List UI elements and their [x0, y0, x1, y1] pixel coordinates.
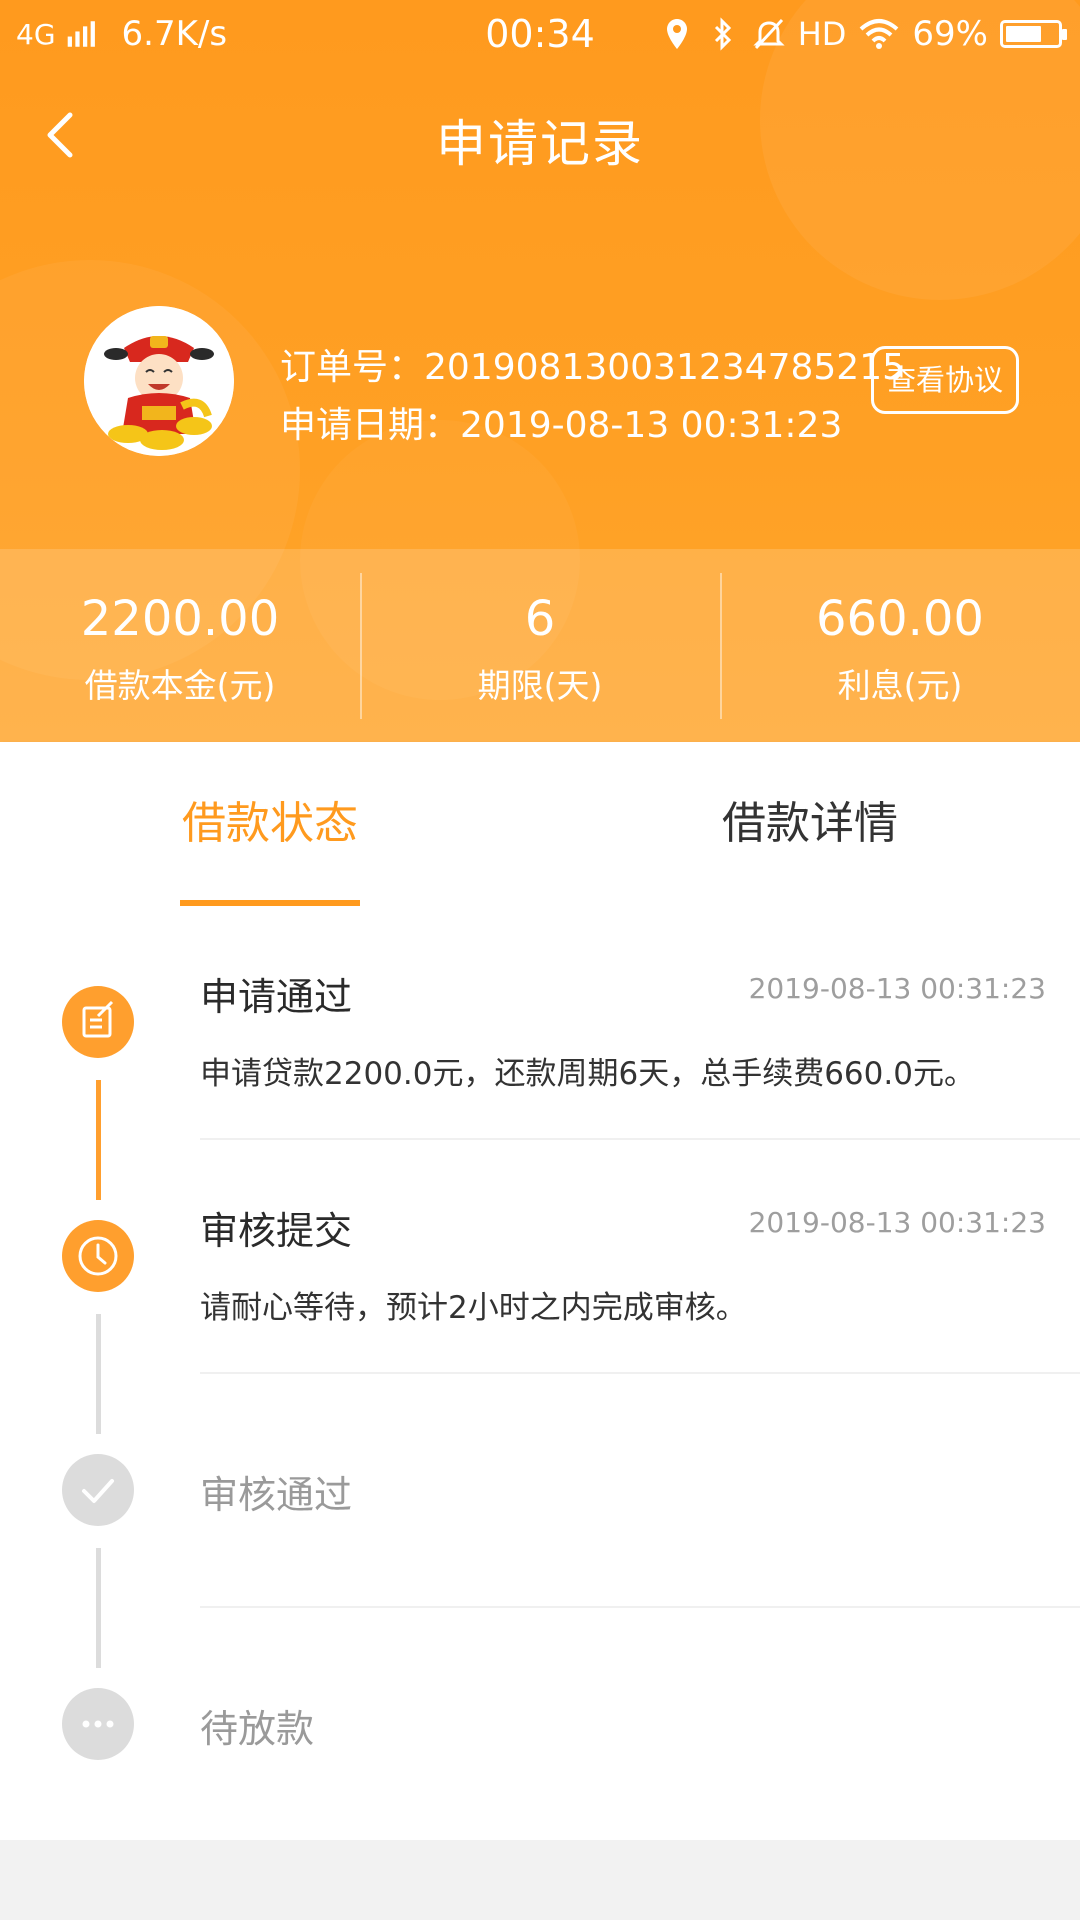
order-number-value: 20190813003123478521​5 — [424, 347, 906, 388]
apply-date-label: 申请日期： — [280, 405, 461, 446]
wifi-icon — [860, 19, 899, 49]
step-title: 申请通过 — [200, 975, 353, 1019]
stat-value: 6 — [524, 591, 556, 647]
stat-label: 利息(元) — [837, 666, 963, 705]
step-title: 审核通过 — [200, 1473, 353, 1517]
stat-term: 6 期限(天) — [360, 549, 720, 742]
order-number-label: 订单号： — [280, 347, 425, 388]
battery-percent: 69% — [912, 14, 988, 54]
timeline-step-approved: 申请通过 2019-08-13 00:31:23 申请贷款2200.0元，还款周… — [0, 906, 1080, 1200]
step-title: 待放款 — [200, 1707, 315, 1751]
clock-icon — [62, 1220, 134, 1292]
status-timeline: 申请通过 2019-08-13 00:31:23 申请贷款2200.0元，还款周… — [0, 906, 1080, 1840]
tab-bar: 借款状态 借款详情 — [0, 742, 1080, 906]
battery-level — [1006, 26, 1041, 42]
mute-bell-icon — [753, 18, 785, 50]
stat-value: 2200.00 — [80, 591, 280, 647]
edit-icon — [62, 986, 134, 1058]
bluetooth-icon — [714, 17, 731, 51]
avatar — [84, 306, 234, 456]
location-icon — [666, 19, 687, 49]
timeline-step-awaiting-disbursement: 待放款 — [0, 1608, 1080, 1842]
loan-summary: 2200.00 借款本金(元) 6 期限(天) 660.00 利息(元) — [0, 549, 1080, 742]
step-description: 请耐心等待，预计2小时之内完成审核。 — [200, 1290, 747, 1326]
stat-label: 借款本金(元) — [84, 666, 276, 705]
view-agreement-button[interactable]: 查看协议 — [871, 346, 1019, 414]
timeline-step-review-passed: 审核通过 — [0, 1374, 1080, 1668]
battery-icon — [1000, 20, 1067, 48]
apply-date-value: 2019-08-13 00:31:23 — [460, 405, 843, 446]
step-description: 申请贷款2200.0元，还款周期6天，总手续费660.0元。 — [200, 1056, 975, 1092]
more-icon — [62, 1688, 134, 1760]
status-bar: 4G 6.7K/s 00:34 HD 69% — [0, 0, 1080, 70]
stat-value: 660.00 — [816, 591, 984, 647]
tab-loan-details[interactable]: 借款详情 — [540, 742, 1080, 906]
timeline-step-submitted: 审核提交 2019-08-13 00:31:23 请耐心等待，预计2小时之内完成… — [0, 1140, 1080, 1434]
tab-loan-status[interactable]: 借款状态 — [0, 742, 540, 906]
god-of-wealth-avatar-icon — [84, 306, 234, 456]
stat-interest: 660.00 利息(元) — [720, 549, 1080, 742]
stat-principal: 2200.00 借款本金(元) — [0, 549, 360, 742]
hd-indicator: HD — [797, 15, 847, 53]
page-title: 申请记录 — [436, 115, 644, 173]
step-time: 2019-08-13 00:31:23 — [748, 972, 1046, 1005]
header: 4G 6.7K/s 00:34 HD 69% 申请记录 订单号：20190813… — [0, 0, 1080, 742]
apply-date: 申请日期：2019-08-13 00:31:23 — [280, 396, 842, 448]
bottom-spacer — [0, 1840, 1080, 1920]
order-number: 订单号：20190813003123478521​5 — [280, 338, 905, 390]
check-icon — [62, 1454, 134, 1526]
stat-label: 期限(天) — [477, 666, 603, 705]
step-title: 审核提交 — [200, 1209, 353, 1253]
step-time: 2019-08-13 00:31:23 — [748, 1206, 1046, 1239]
